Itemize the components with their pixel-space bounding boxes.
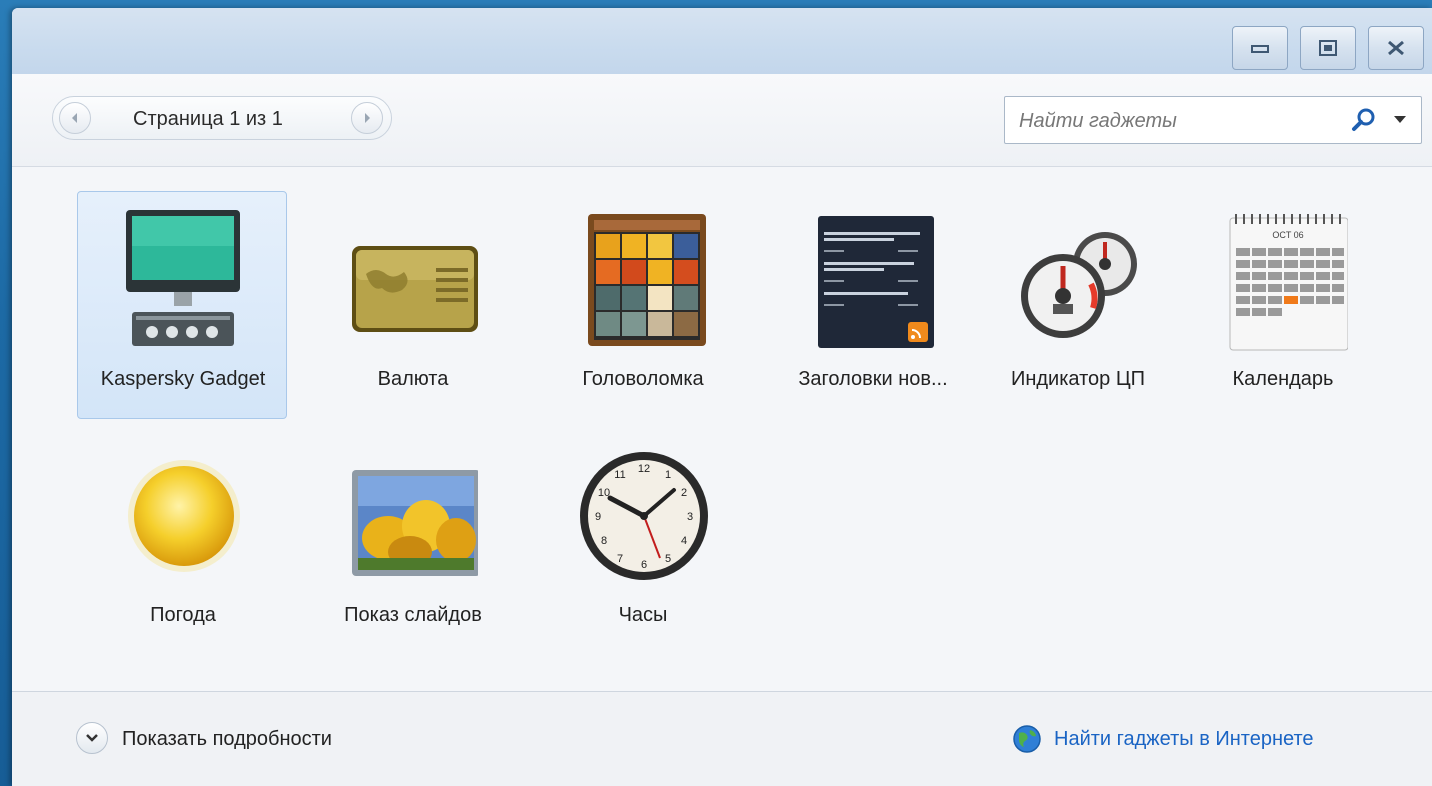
gadget-label: Индикатор ЦП bbox=[1010, 368, 1146, 390]
chevron-down-icon bbox=[86, 734, 98, 742]
gadget-label: Головоломка bbox=[582, 368, 704, 390]
footer: Показать подробности Найти гаджеты в Инт… bbox=[12, 691, 1432, 786]
svg-text:3: 3 bbox=[687, 511, 693, 523]
svg-text:7: 7 bbox=[617, 553, 623, 565]
gadget-tile-slideshow[interactable]: Показ слайдов bbox=[307, 427, 517, 655]
previous-page-button[interactable] bbox=[59, 102, 91, 134]
news-feed-icon bbox=[818, 216, 934, 348]
chevron-right-icon bbox=[365, 113, 370, 123]
clock-icon: 12 1 2 3 4 5 6 7 8 9 10 11 bbox=[580, 452, 708, 580]
next-page-button[interactable] bbox=[351, 102, 383, 134]
gadget-tile-clock[interactable]: 12 1 2 3 4 5 6 7 8 9 10 11 Часы bbox=[537, 427, 747, 655]
svg-text:11: 11 bbox=[614, 469, 625, 481]
show-details-label[interactable]: Показать подробности bbox=[122, 720, 332, 758]
chevron-left-icon bbox=[72, 113, 77, 123]
maximize-button[interactable] bbox=[1300, 26, 1356, 70]
svg-text:12: 12 bbox=[638, 463, 650, 475]
gadget-tile-calendar[interactable]: OCT 06 Календарь bbox=[1177, 191, 1387, 419]
minimize-icon bbox=[1251, 45, 1269, 53]
svg-text:1: 1 bbox=[665, 469, 671, 481]
gadget-label: Часы bbox=[618, 604, 668, 626]
gadget-tile-weather[interactable]: Погода bbox=[77, 427, 287, 655]
svg-text:9: 9 bbox=[595, 511, 601, 523]
gadget-tile-currency[interactable]: Валюта bbox=[307, 191, 517, 419]
gadget-label: Календарь bbox=[1232, 368, 1334, 390]
gadget-tile-cpu-meter[interactable]: Индикатор ЦП bbox=[972, 191, 1182, 419]
gadget-tile-news[interactable]: Заголовки нов... bbox=[767, 191, 977, 419]
search-input[interactable] bbox=[1017, 105, 1341, 137]
gadgets-window: Страница 1 из 1 Найти гаджеты Kaspersky … bbox=[12, 8, 1432, 786]
puzzle-icon bbox=[588, 214, 706, 346]
cpu-meter-icon bbox=[1021, 232, 1137, 338]
weather-sun-icon bbox=[128, 460, 240, 572]
svg-text:2: 2 bbox=[681, 487, 687, 499]
svg-text:8: 8 bbox=[601, 535, 607, 547]
search-icon[interactable] bbox=[1351, 107, 1377, 133]
svg-text:4: 4 bbox=[681, 535, 687, 547]
expand-circle[interactable] bbox=[76, 722, 108, 754]
gadget-label: Заголовки нов... bbox=[798, 368, 948, 390]
gadget-label: Погода bbox=[150, 604, 216, 626]
online-gadgets-link[interactable]: Найти гаджеты в Интернете bbox=[1054, 720, 1314, 758]
gadget-tile-kaspersky[interactable]: Kaspersky Gadget bbox=[77, 191, 287, 419]
page-navigator: Страница 1 из 1 bbox=[52, 96, 392, 140]
calendar-icon: OCT 06 bbox=[1229, 214, 1348, 351]
toolbar: Страница 1 из 1 bbox=[12, 74, 1432, 167]
gadget-gallery: Kaspersky Gadget Валюта Головоломка Заго… bbox=[12, 167, 1432, 691]
search-dropdown-icon[interactable] bbox=[1393, 115, 1407, 125]
svg-text:5: 5 bbox=[665, 553, 671, 565]
kaspersky-monitor-icon bbox=[126, 210, 240, 346]
page-indicator: Страница 1 из 1 bbox=[133, 108, 283, 130]
gadget-label: Валюта bbox=[377, 368, 449, 390]
calendar-month: OCT 06 bbox=[1272, 230, 1303, 240]
maximize-icon bbox=[1319, 40, 1337, 56]
search-box bbox=[1004, 96, 1422, 144]
title-bar[interactable] bbox=[12, 8, 1432, 74]
close-icon bbox=[1388, 40, 1404, 56]
svg-text:6: 6 bbox=[641, 559, 647, 571]
globe-icon bbox=[1013, 725, 1041, 753]
gadget-label: Kaspersky Gadget bbox=[100, 368, 266, 390]
minimize-button[interactable] bbox=[1232, 26, 1288, 70]
slideshow-icon bbox=[352, 470, 478, 576]
gadget-tile-puzzle[interactable]: Головоломка bbox=[537, 191, 747, 419]
currency-card-icon bbox=[352, 246, 478, 332]
close-button[interactable] bbox=[1368, 26, 1424, 70]
get-more-gadgets-online[interactable]: Найти гаджеты в Интернете bbox=[1012, 720, 1412, 760]
gadget-label: Показ слайдов bbox=[344, 604, 482, 626]
